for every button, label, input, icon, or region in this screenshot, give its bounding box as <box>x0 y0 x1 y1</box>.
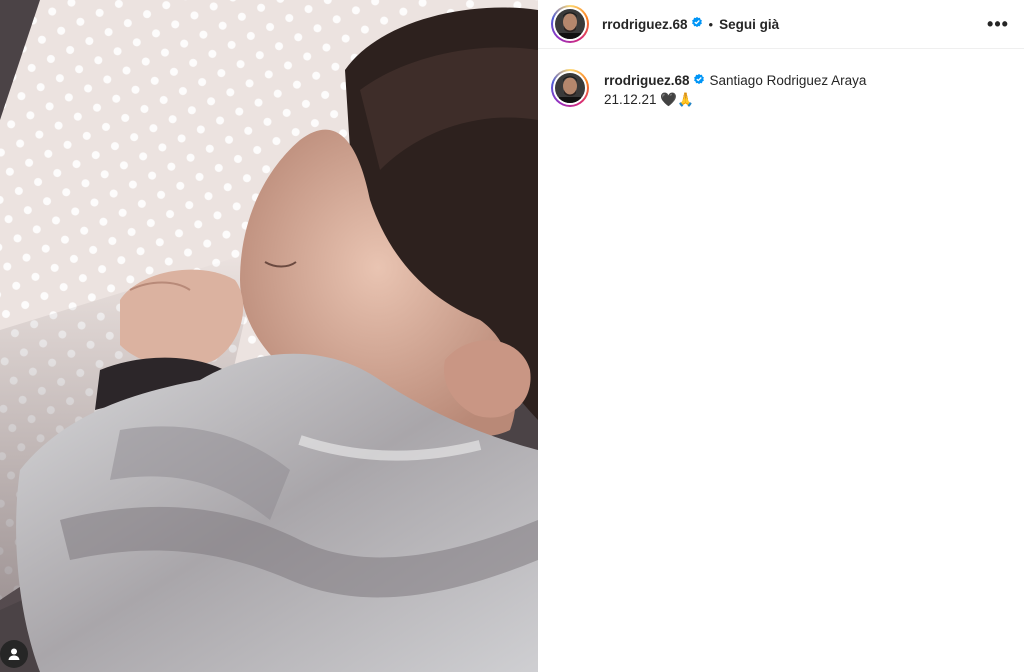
post-header: rrodriguez.68 • Segui già ••• <box>538 0 1024 49</box>
caption-avatar[interactable] <box>551 69 589 107</box>
user-tag-button[interactable] <box>0 640 28 668</box>
baby-sleeping-image <box>0 0 538 672</box>
story-avatar[interactable] <box>551 5 589 43</box>
verified-badge-icon <box>693 72 705 90</box>
more-options-icon[interactable]: ••• <box>986 12 1010 36</box>
user-tag-icon <box>8 648 20 660</box>
post-side-panel: rrodriguez.68 • Segui già ••• rrodriguez… <box>538 0 1024 672</box>
post-photo[interactable] <box>0 0 538 672</box>
caption-text: Santiago Rodriguez Araya <box>709 73 867 88</box>
avatar <box>555 9 585 39</box>
avatar-image <box>555 73 585 103</box>
caption-username-link[interactable]: rrodriguez.68 <box>604 72 690 90</box>
following-button[interactable]: Segui già <box>719 17 779 32</box>
caption-date-line: 21.12.21 🖤🙏 <box>604 92 694 107</box>
avatar-image <box>555 9 585 39</box>
separator-dot: • <box>708 16 714 32</box>
verified-badge-icon <box>691 15 703 33</box>
post-caption: rrodriguez.68 Santiago Rodriguez Araya 2… <box>551 68 866 109</box>
avatar <box>555 73 585 103</box>
header-username-link[interactable]: rrodriguez.68 <box>602 17 688 32</box>
